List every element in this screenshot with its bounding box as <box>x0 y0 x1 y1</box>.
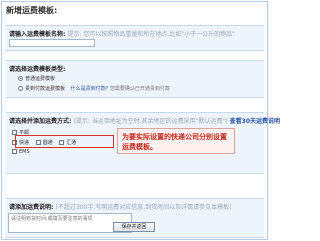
shipping-method-label: 请选择并添加运费方式: (提示: 当运单地址为空时,其余地区的运费采用"默认运费… <box>9 116 280 125</box>
option-label: 普通运费模板 <box>25 76 56 82</box>
template-name-label-text: 请输入运费模板名称: <box>9 31 66 38</box>
annotation-callout: 为要实际设置的快递公司分别设置运费模板。 <box>117 128 235 154</box>
template-name-input[interactable] <box>9 39 95 47</box>
save-and-return-button[interactable]: 保存并返回 <box>113 222 155 232</box>
template-type-section: 请选择运费模板类型: 普通运费模板 贵到付款运费模板 什么是贵到付款? 您需要确… <box>6 60 264 98</box>
shipping-option-ems[interactable]: EMS <box>12 149 30 155</box>
shipping-method-hint: (提示: 当运单地址为空时,其余地区的运费采用"默认运费") <box>73 118 228 125</box>
description-label-text: 请添加运费说明: <box>9 204 54 211</box>
add-shipping-template-panel: 新增运费模板: 请输入运费模板名称: 提示: 您可以按照物品重量和所在地点,比如… <box>1 1 280 240</box>
checkbox-icon[interactable] <box>12 149 17 154</box>
carrier-highlight-box <box>15 135 114 148</box>
option-label: EMS <box>19 149 30 155</box>
template-type-label: 请选择运费模板类型: <box>9 66 66 73</box>
cod-help-suffix: 您需要确认已开通贵到付款 <box>109 86 170 92</box>
option-label: 贵到付款运费模板 <box>25 86 66 92</box>
template-type-option-cod[interactable]: 贵到付款运费模板 什么是贵到付款? 您需要确认已开通贵到付款 <box>18 85 170 92</box>
radio-icon[interactable] <box>18 86 23 91</box>
shipping-help-link[interactable]: 查看30天运费说明 <box>230 118 280 125</box>
template-name-label: 请输入运费模板名称: 提示: 您可以按照物品重量和所在地点,比如"小于一公斤的物… <box>9 29 235 38</box>
description-hint: (不超过300字,写明运费对应信息,到货时间以及详情请参见本模板) <box>55 204 232 211</box>
template-type-option-normal[interactable]: 普通运费模板 <box>18 75 55 82</box>
dialog-title: 新增运费模板: <box>6 6 58 15</box>
template-name-hint: 提示: 您可以按照物品重量和所在地点,比如"小于一公斤的物品" <box>67 31 235 38</box>
description-label: 请添加运费说明: (不超过300字,写明运费对应信息,到货时间以及详情请参见本模… <box>9 202 231 211</box>
cod-help-link[interactable]: 什么是贵到付款? <box>71 86 109 92</box>
shipping-method-label-text: 请选择并添加运费方式: <box>9 118 72 125</box>
radio-selected-icon[interactable] <box>18 76 23 81</box>
template-name-section: 请输入运费模板名称: 提示: 您可以按照物品重量和所在地点,比如"小于一公斤的物… <box>6 25 264 51</box>
